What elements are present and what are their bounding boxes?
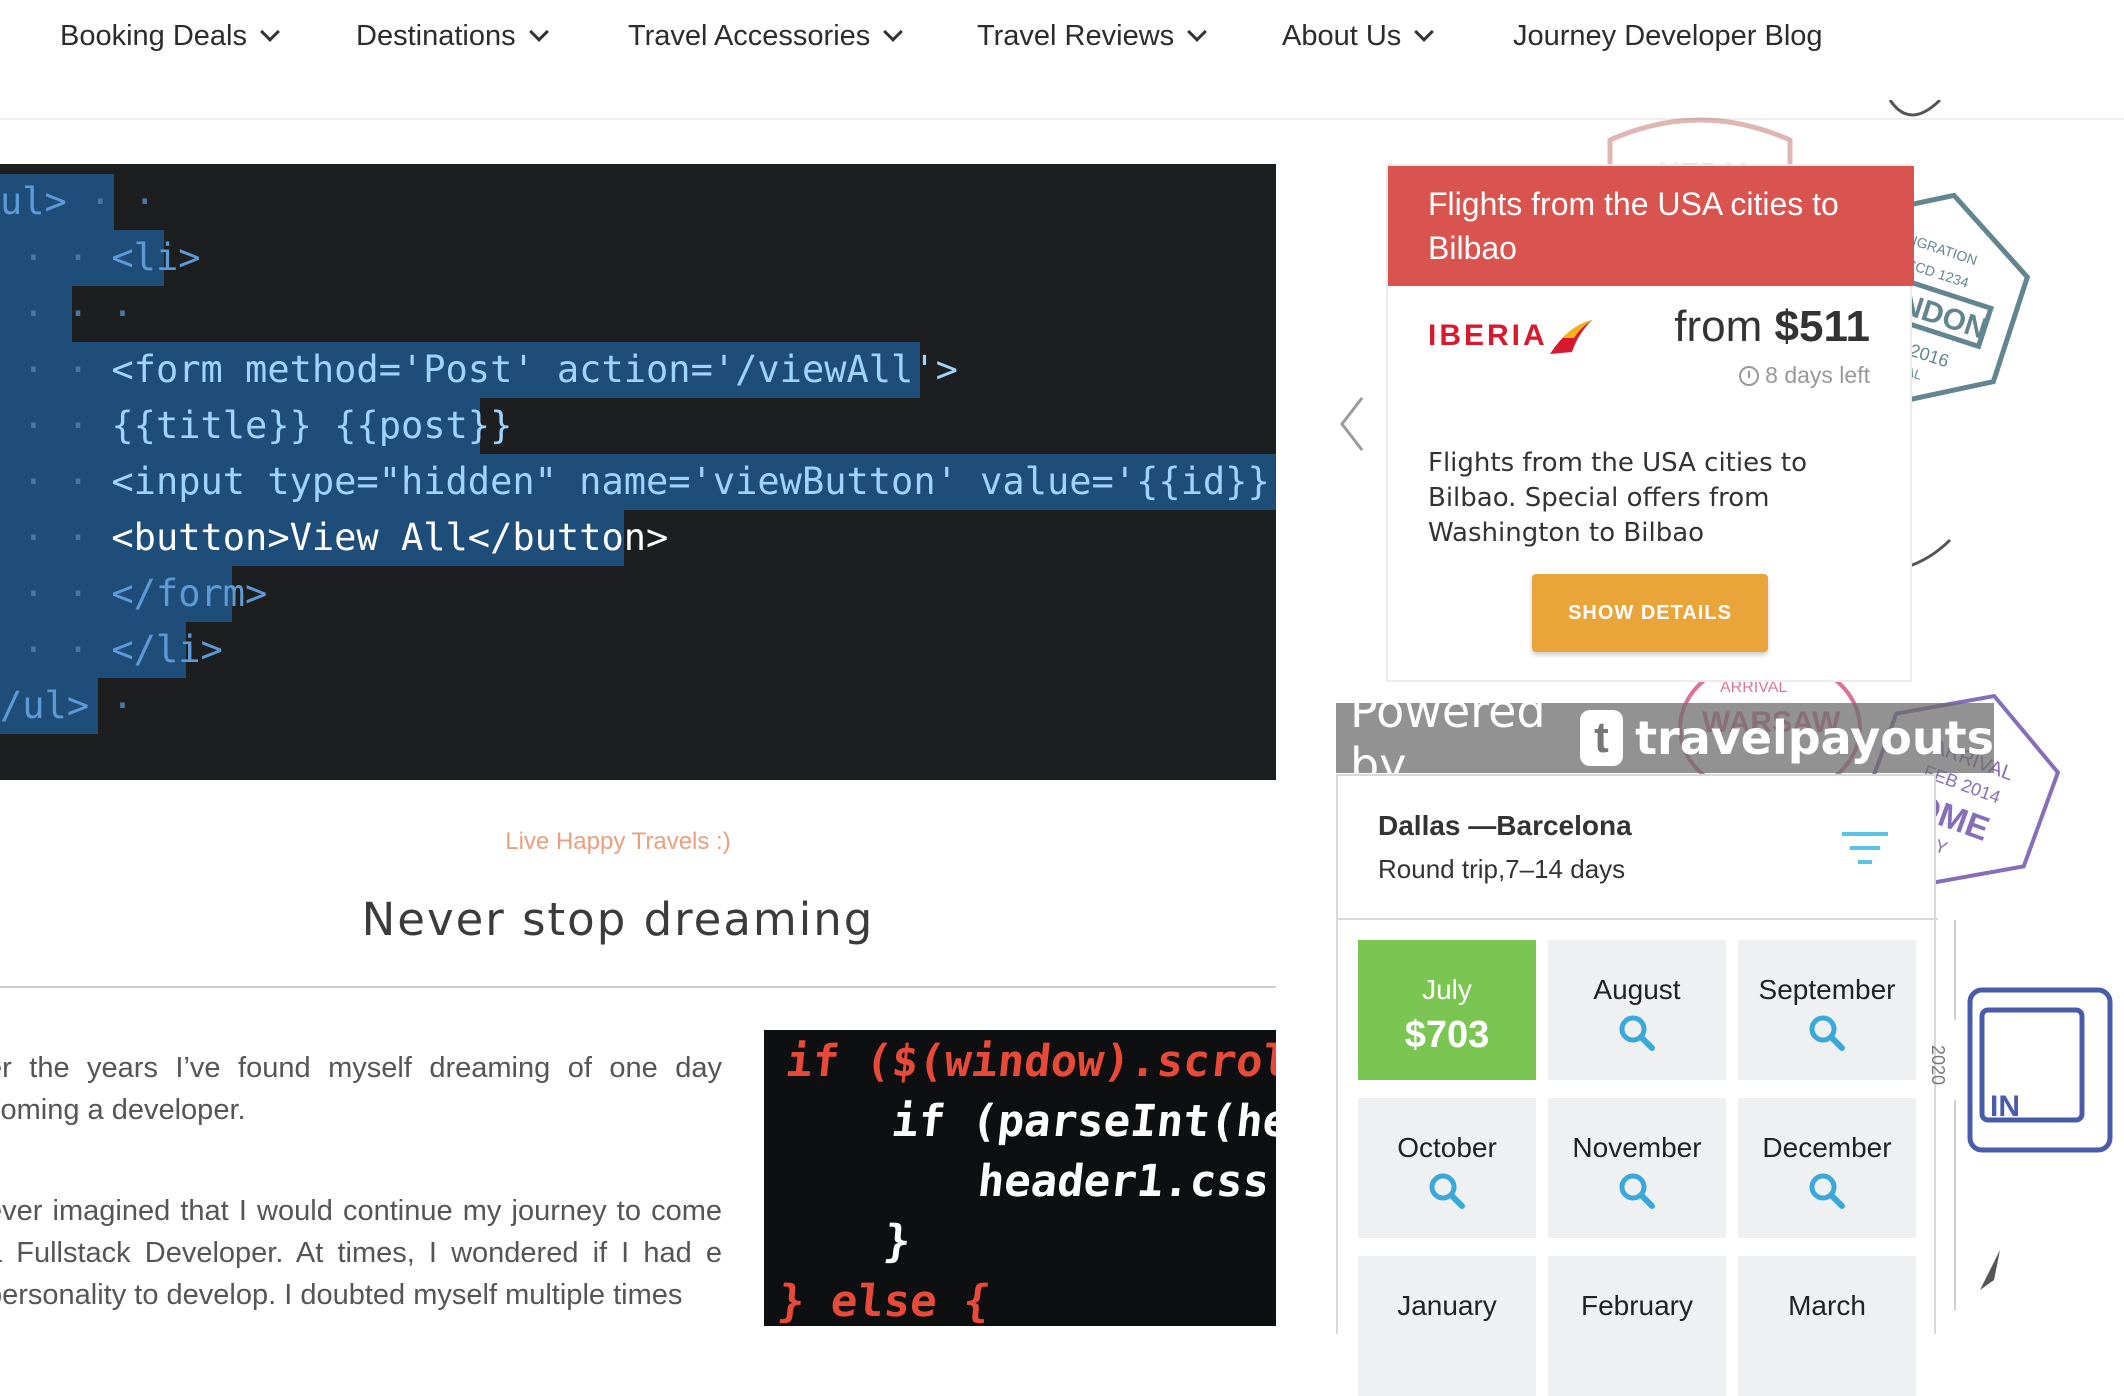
days-left: 8 days left <box>1739 362 1870 389</box>
nav-label: Destinations <box>356 19 516 52</box>
month-name: September <box>1758 974 1896 1005</box>
code-line: · · <input type="hidden" name='viewButto… <box>0 454 1276 510</box>
month-october[interactable]: October <box>1358 1098 1536 1238</box>
code-text: if (parseInt(header1 <box>889 1096 1276 1147</box>
stamp-text: IN <box>1990 1090 2020 1123</box>
nav-label: Booking Deals <box>60 19 247 52</box>
decorative-plane <box>1980 1250 2000 1290</box>
nav-label: Journey Developer Blog <box>1513 19 1823 52</box>
year-divider-line <box>1954 1100 1956 1310</box>
code-line: · · </form> <box>0 566 267 622</box>
flight-offer-card: Flights from the USA cities to Bilbao IB… <box>1386 164 1914 682</box>
month-name: August <box>1593 974 1681 1005</box>
clock-icon <box>1739 365 1760 386</box>
code-line: · · {{title}} {{post}} <box>0 398 512 454</box>
month-price: $703 <box>1404 1014 1490 1056</box>
month-name: October <box>1397 1132 1497 1163</box>
flight-card-heading: Flights from the USA cities to Bilbao <box>1388 166 1914 286</box>
code-line: /ul> · <box>0 678 134 734</box>
code-thumbnail-image: if ($(window).scrollTop if (parseInt(hea… <box>764 1030 1276 1326</box>
year-label: 2020 <box>1928 1045 1948 1086</box>
nav-booking-deals[interactable]: Booking Deals <box>60 0 280 72</box>
chevron-down-icon <box>1414 22 1435 42</box>
month-august[interactable]: August <box>1548 940 1726 1080</box>
price-calendar-widget: Dallas —Barcelona Round trip,7–14 days J… <box>1336 774 1938 1396</box>
code-line: · · · <box>0 286 134 342</box>
nav-travel-accessories[interactable]: Travel Accessories <box>628 0 904 72</box>
powered-by-banner[interactable]: Powered by t travelpayouts <box>1336 684 1994 792</box>
code-text: header1.css('pad <box>975 1156 1276 1207</box>
year-divider-line <box>1954 920 1956 1020</box>
nav-about-us[interactable]: About Us <box>1282 0 1435 72</box>
airline-name: IBERIA <box>1428 319 1548 352</box>
nav-travel-reviews[interactable]: Travel Reviews <box>977 0 1208 72</box>
month-december[interactable]: December <box>1738 1098 1916 1238</box>
code-line: · · <form method='Post' action='/viewAll… <box>0 342 958 398</box>
month-name: February <box>1580 1290 1694 1321</box>
price-value: $511 <box>1774 302 1870 351</box>
search-icon <box>1619 1173 1655 1209</box>
code-line: · · <li> <box>0 230 201 286</box>
nav-journey-developer-blog[interactable]: Journey Developer Blog <box>1513 0 1823 72</box>
chevron-down-icon <box>1187 22 1208 42</box>
code-line: · · <button>View All</button> <box>0 510 668 566</box>
box-stamp: IN <box>1967 987 2113 1153</box>
top-navigation: Booking Deals Destinations Travel Access… <box>0 0 2124 120</box>
divider <box>1338 918 1938 920</box>
code-text: } <box>881 1216 914 1267</box>
flight-description: Flights from the USA cities to Bilbao. S… <box>1428 448 1808 548</box>
month-name: November <box>1572 1132 1702 1163</box>
nav-label: Travel Accessories <box>628 19 871 52</box>
code-line: ul> · · <box>0 174 156 230</box>
divider <box>0 986 1276 988</box>
month-july[interactable]: July $703 <box>1358 940 1536 1080</box>
nav-destinations[interactable]: Destinations <box>356 0 549 72</box>
show-details-button[interactable]: SHOW DETAILS <box>1532 574 1768 652</box>
filter-icon[interactable] <box>1842 830 1888 870</box>
chevron-down-icon <box>528 22 549 42</box>
trip-subtitle: Round trip,7–14 days <box>1378 854 1626 884</box>
chevron-down-icon <box>883 22 904 42</box>
month-march[interactable]: March <box>1738 1256 1916 1396</box>
month-name: July <box>1422 974 1472 1005</box>
post-title: Never stop dreaming <box>361 893 875 946</box>
carousel-prev-arrow-icon[interactable] <box>1338 396 1366 452</box>
code-text: if ($(window).scrollTop <box>783 1036 1276 1087</box>
route-title: Dallas —Barcelona <box>1378 810 1632 841</box>
airline-logo: IBERIA <box>1428 316 1594 356</box>
nav-label: About Us <box>1282 19 1402 52</box>
search-icon <box>1619 1015 1655 1051</box>
month-september[interactable]: September <box>1738 940 1916 1080</box>
iberia-wing-icon <box>1549 320 1592 354</box>
code-line: · · </li> <box>0 622 223 678</box>
code-hero-image: ul> · · · · <li> · · · · · <form method=… <box>0 164 1276 780</box>
post-paragraph: ever imagined that I would continue my j… <box>0 1195 722 1311</box>
travelpayouts-brand: travelpayouts <box>1635 711 1994 765</box>
search-icon <box>1809 1173 1845 1209</box>
travelpayouts-logo-icon: t <box>1579 710 1624 766</box>
post-kicker: Live Happy Travels :) <box>505 828 731 855</box>
code-text: } else { <box>775 1276 993 1326</box>
price-prefix: from <box>1674 302 1763 351</box>
month-february[interactable]: February <box>1548 1256 1726 1396</box>
flight-price: from $511 <box>1674 302 1870 352</box>
month-name: January <box>1397 1290 1497 1321</box>
month-name: December <box>1762 1132 1892 1163</box>
search-icon <box>1809 1015 1845 1051</box>
month-november[interactable]: November <box>1548 1098 1726 1238</box>
post-paragraph: er the years I’ve found myself dreaming … <box>0 1052 722 1126</box>
nav-label: Travel Reviews <box>977 19 1175 52</box>
month-name: March <box>1788 1290 1866 1321</box>
days-left-text: 8 days left <box>1765 362 1870 388</box>
month-january[interactable]: January <box>1358 1256 1536 1396</box>
chevron-down-icon <box>260 22 280 42</box>
search-icon <box>1429 1173 1465 1209</box>
